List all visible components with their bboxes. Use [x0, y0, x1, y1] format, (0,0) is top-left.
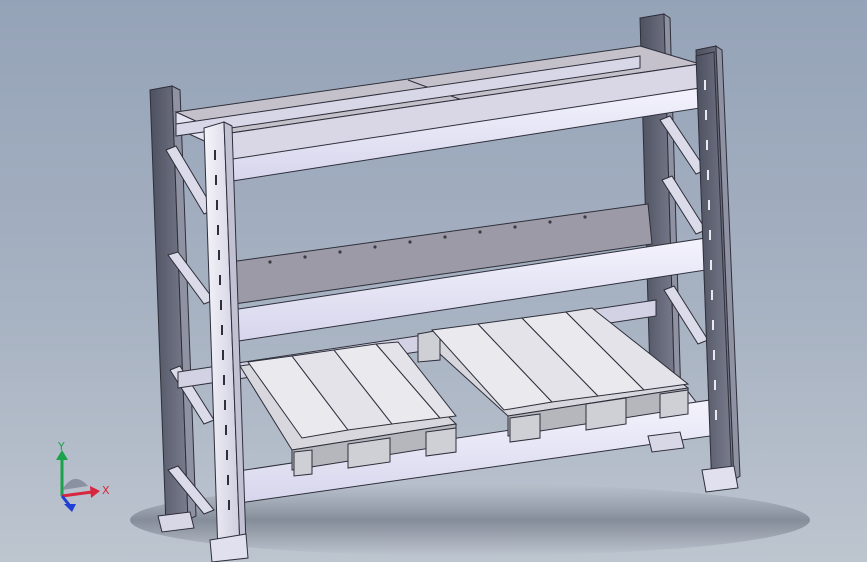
x-axis-line — [61, 490, 93, 498]
x-axis-arrow-icon — [90, 486, 100, 498]
y-axis-label: Y — [57, 440, 65, 453]
upright-front-left — [203, 121, 249, 562]
foot-plate-back-right — [647, 431, 685, 453]
axis-triad: Y X — [56, 440, 110, 512]
foot-plate-back-left — [157, 511, 195, 533]
cad-viewport[interactable]: Y X — [0, 0, 867, 562]
x-axis-label: X — [102, 484, 110, 497]
axis-triad-origin-icon — [62, 478, 88, 490]
z-axis-arrow-icon — [64, 504, 76, 512]
pallet-rack-3d-model[interactable] — [0, 0, 867, 562]
